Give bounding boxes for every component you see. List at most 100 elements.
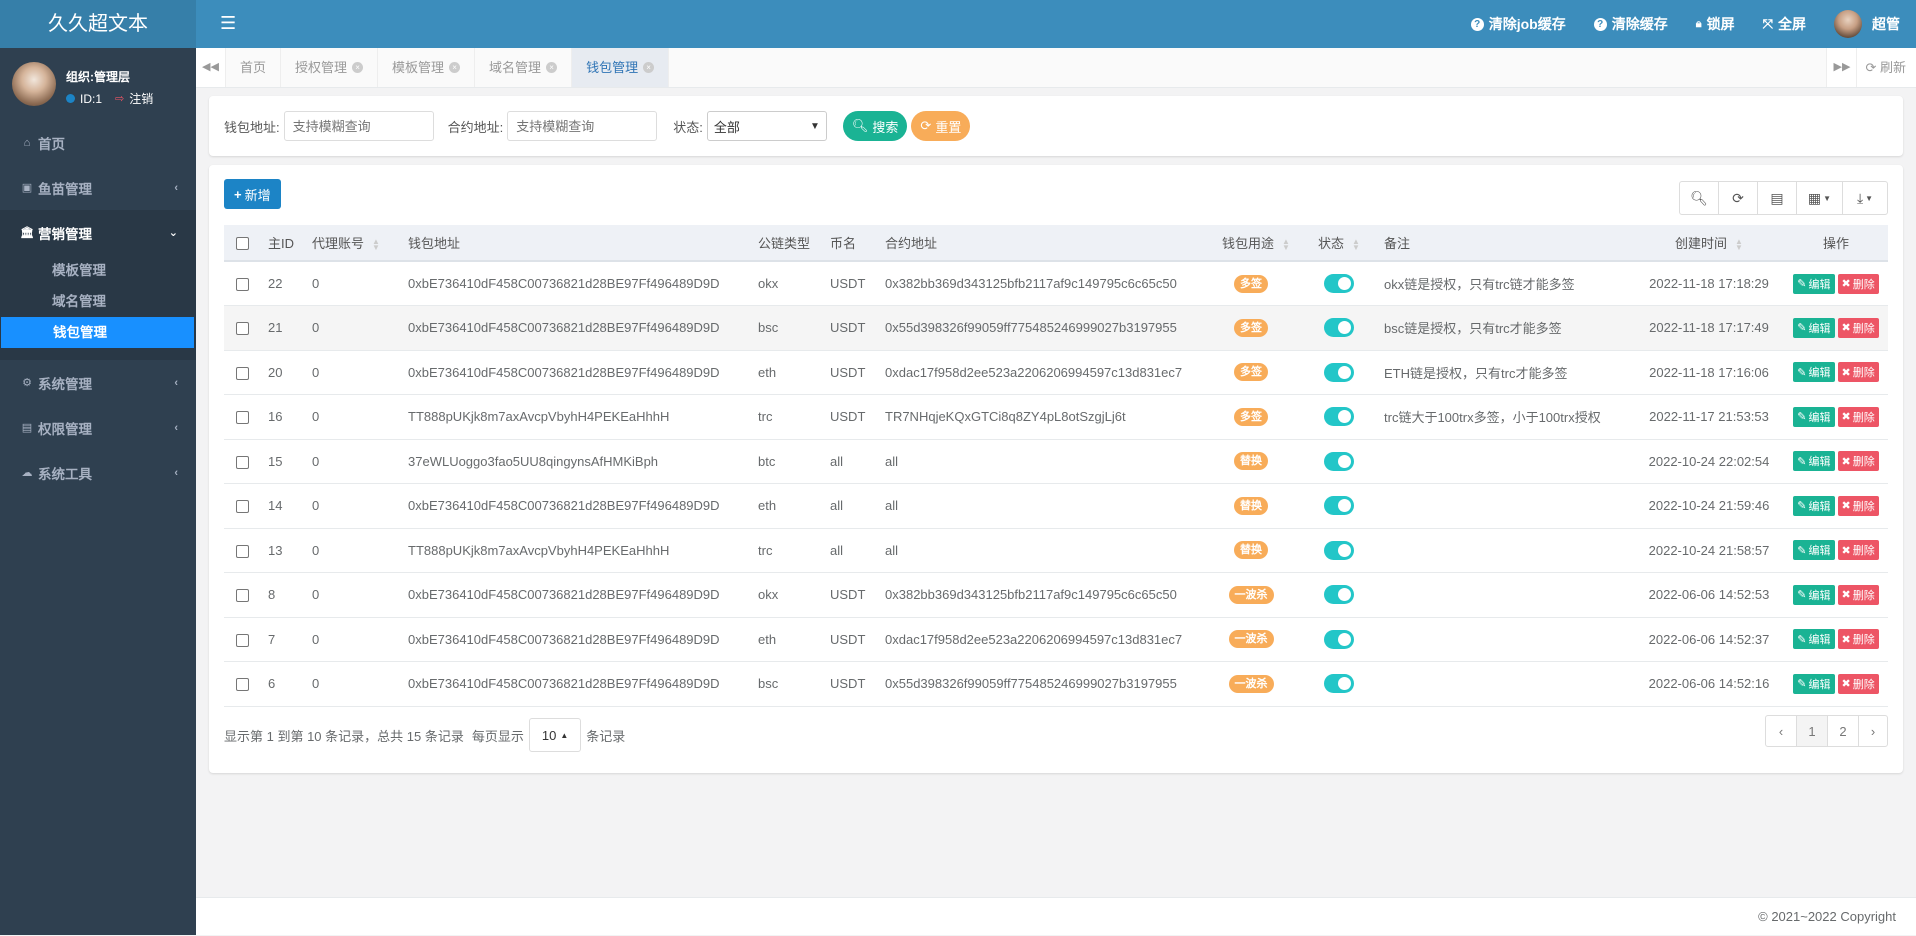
search-button[interactable]: 🔍︎ 搜索 (842, 111, 908, 141)
add-button[interactable]: + 新增 (224, 179, 281, 209)
status-toggle[interactable] (1324, 274, 1354, 293)
delete-button[interactable]: ✖ 删除 (1837, 673, 1879, 694)
row-checkbox[interactable] (236, 322, 249, 336)
col-id[interactable]: 主ID (260, 225, 304, 261)
delete-button[interactable]: ✖ 删除 (1837, 317, 1879, 338)
select-all-checkbox[interactable] (236, 237, 249, 251)
app-logo[interactable]: 久久超文本 (0, 0, 196, 48)
delete-button[interactable]: ✖ 删除 (1837, 495, 1879, 516)
status-toggle[interactable] (1324, 629, 1354, 649)
next-page-button[interactable]: › (1859, 716, 1887, 746)
refresh-tab-button[interactable]: ⟳ 刷新 (1856, 48, 1916, 87)
tab-domain[interactable]: 域名管理 × (475, 48, 573, 87)
sidebar-item-marketing[interactable]: 🏛︎ 营销管理 ⌄ (0, 210, 196, 255)
edit-button[interactable]: ✎ 编辑 (1793, 629, 1835, 650)
cell-actions: ✎ 编辑 ✖ 删除 (1784, 261, 1888, 306)
logout-link[interactable]: 注销 (129, 90, 153, 107)
cell-wallet: TT888pUKjk8m7axAvcpVbyhH4PEKEaHhhH (408, 542, 670, 558)
close-tab-icon[interactable]: × (643, 62, 655, 73)
avatar (12, 62, 56, 106)
delete-button[interactable]: ✖ 删除 (1837, 362, 1879, 383)
row-checkbox[interactable] (236, 278, 249, 292)
col-status[interactable]: 状态 ▲ ▼ (1310, 225, 1376, 261)
export-dropdown[interactable]: ⤓ ▼ (1843, 182, 1887, 214)
status-toggle[interactable] (1324, 585, 1354, 605)
delete-button[interactable]: ✖ 删除 (1837, 584, 1879, 605)
row-checkbox[interactable] (236, 500, 249, 514)
sidebar-item-fish[interactable]: ▣ 鱼苗管理 ‹ (0, 165, 196, 210)
sidebar-item-home[interactable]: ⌂ 首页 (0, 120, 196, 165)
prev-page-button[interactable]: ‹ (1766, 716, 1797, 746)
sidebar-item-permission[interactable]: ▤ 权限管理 ‹ (0, 405, 196, 450)
row-checkbox[interactable] (236, 366, 249, 380)
refresh-icon: ⟳ (920, 118, 932, 133)
row-checkbox[interactable] (236, 455, 249, 469)
row-checkbox[interactable] (236, 544, 249, 558)
status-toggle[interactable] (1324, 407, 1354, 427)
sidebar-subitem-domain[interactable]: 域名管理 (0, 286, 196, 317)
col-usage[interactable]: 钱包用途 ▲ ▼ (1214, 225, 1310, 261)
status-toggle[interactable] (1324, 674, 1354, 694)
close-tab-icon[interactable]: × (352, 62, 364, 73)
col-wallet: 钱包地址 (408, 236, 461, 251)
columns-dropdown[interactable]: ▦ ▼ (1797, 182, 1843, 214)
edit-button[interactable]: ✎ 编辑 (1793, 362, 1835, 383)
status-toggle[interactable] (1324, 318, 1354, 338)
cell-remark (1376, 439, 1634, 484)
edit-button[interactable]: ✎ 编辑 (1793, 540, 1835, 561)
delete-button[interactable]: ✖ 删除 (1837, 629, 1879, 650)
edit-button[interactable]: ✎ 编辑 (1793, 495, 1835, 516)
wallet-address-input[interactable] (283, 111, 434, 141)
fullscreen-button[interactable]: ⤧ 全屏 (1763, 14, 1806, 34)
tabs-scroll-right-icon[interactable]: ▶▶ (1826, 48, 1857, 87)
tab-home[interactable]: 首页 (226, 48, 282, 87)
row-checkbox[interactable] (236, 633, 249, 647)
delete-button[interactable]: ✖ 删除 (1837, 451, 1879, 472)
status-toggle[interactable] (1324, 540, 1354, 560)
tab-wallet[interactable]: 钱包管理 × (572, 48, 670, 87)
status-toggle[interactable] (1324, 496, 1354, 516)
sidebar-item-system[interactable]: ⚙︎ 系统管理 ‹ (0, 360, 196, 405)
status-toggle[interactable] (1324, 362, 1354, 382)
reset-button[interactable]: ⟳ 重置 (911, 111, 971, 141)
edit-button[interactable]: ✎ 编辑 (1793, 317, 1835, 338)
delete-button[interactable]: ✖ 删除 (1837, 540, 1879, 561)
row-checkbox[interactable] (236, 678, 249, 692)
edit-button[interactable]: ✎ 编辑 (1793, 406, 1835, 427)
sidebar-subitem-wallet[interactable]: 钱包管理 (1, 317, 194, 348)
col-agent[interactable]: 代理账号 ▲ ▼ (304, 225, 400, 261)
tabs-scroll-left-icon[interactable]: ◀◀ (196, 48, 226, 87)
page-size-dropdown[interactable]: 10 ▲ (528, 718, 582, 752)
delete-button[interactable]: ✖ 删除 (1837, 406, 1879, 427)
row-checkbox[interactable] (236, 589, 249, 603)
page-1-button[interactable]: 1 (1797, 716, 1828, 746)
page-2-button[interactable]: 2 (1828, 716, 1859, 746)
close-tab-icon[interactable]: × (546, 62, 558, 73)
menu-toggle-icon[interactable]: ☰ (220, 13, 236, 33)
col-created[interactable]: 创建时间 ▲ ▼ (1634, 225, 1784, 261)
refresh-table-button[interactable]: ⟳ (1719, 182, 1758, 214)
edit-button[interactable]: ✎ 编辑 (1793, 584, 1835, 605)
delete-button[interactable]: ✖ 删除 (1837, 273, 1879, 294)
clear-job-cache-button[interactable]: ? 清除job缓存 (1470, 14, 1566, 34)
edit-button[interactable]: ✎ 编辑 (1793, 673, 1835, 694)
tab-template[interactable]: 模板管理 × (378, 48, 476, 87)
user-menu[interactable]: 超管 (1834, 10, 1900, 38)
cell-coin: USDT (830, 320, 866, 336)
edit-button[interactable]: ✎ 编辑 (1793, 273, 1835, 294)
toggle-view-button[interactable]: ▤ (1758, 182, 1797, 214)
tab-auth[interactable]: 授权管理 × (281, 48, 379, 87)
clear-cache-button[interactable]: ? 清除缓存 (1593, 14, 1668, 34)
toggle-search-button[interactable]: 🔍︎ (1680, 182, 1719, 214)
contract-address-input[interactable] (507, 111, 658, 141)
sidebar-item-tools[interactable]: ☁︎ 系统工具 ‹ (0, 450, 196, 495)
tabs: 首页 授权管理 × 模板管理 × 域名管理 × 钱包管理 × (226, 48, 670, 87)
status-toggle[interactable] (1324, 451, 1354, 471)
close-tab-icon[interactable]: × (449, 62, 461, 73)
row-checkbox[interactable] (236, 411, 249, 425)
sidebar-subitem-template[interactable]: 模板管理 (0, 255, 196, 286)
status-select[interactable]: 全部 ▼ (706, 111, 827, 141)
cell-remark: okx链是授权，只有trc链才能多签 (1384, 277, 1575, 292)
edit-button[interactable]: ✎ 编辑 (1793, 451, 1835, 472)
lock-screen-button[interactable]: 🔒︎ 锁屏 (1696, 14, 1735, 34)
